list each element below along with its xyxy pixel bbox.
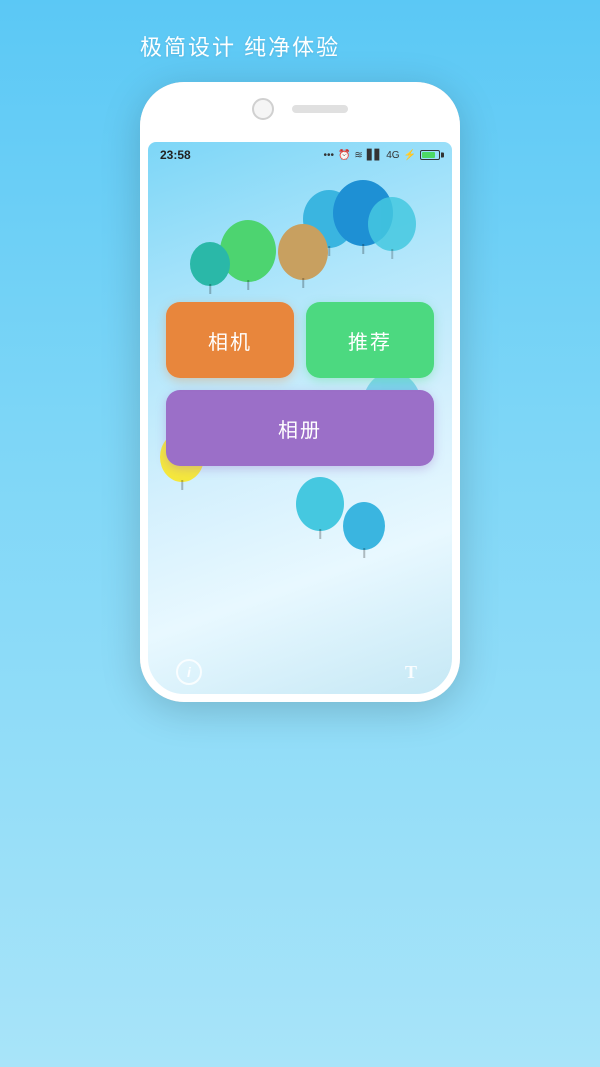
balloon-brown <box>278 224 328 280</box>
battery-icon <box>420 150 440 160</box>
speaker-icon <box>292 105 348 113</box>
phone-frame: 23:58 ••• ⏰ ≋ ▋▋ 4G ⚡ <box>140 82 460 702</box>
front-camera-icon <box>252 98 274 120</box>
data-icon: 4G <box>386 150 399 161</box>
signal-bars-icon: ▋▋ <box>367 150 382 161</box>
album-button[interactable]: 相册 <box>166 390 434 466</box>
status-time: 23:58 <box>160 148 191 162</box>
phone-top-bar <box>252 98 348 120</box>
info-button[interactable]: i <box>176 659 202 685</box>
phone-screen: 23:58 ••• ⏰ ≋ ▋▋ 4G ⚡ <box>148 142 452 694</box>
phone-mockup: 23:58 ••• ⏰ ≋ ▋▋ 4G ⚡ <box>140 82 460 702</box>
camera-button[interactable]: 相机 <box>166 302 294 378</box>
balloon-cyan-bottom <box>296 477 344 531</box>
recommend-button[interactable]: 推荐 <box>306 302 434 378</box>
balloon-cyan <box>368 197 416 251</box>
wifi-icon: ≋ <box>354 150 362 161</box>
lightning-icon: ⚡ <box>404 150 416 161</box>
status-bar: 23:58 ••• ⏰ ≋ ▋▋ 4G ⚡ <box>148 142 452 166</box>
balloon-teal <box>190 242 230 286</box>
main-buttons-area: 相机 推荐 相册 <box>166 302 434 466</box>
status-icons: ••• ⏰ ≋ ▋▋ 4G ⚡ <box>323 150 440 161</box>
page-background: 极简设计 纯净体验 23:58 ••• ⏰ ≋ ▋▋ <box>140 0 460 702</box>
balloon-blue-bottom-right <box>343 502 385 550</box>
top-buttons-row: 相机 推荐 <box>166 302 434 378</box>
battery-fill <box>422 152 435 158</box>
bottom-bar: i T <box>148 650 452 694</box>
signal-dots: ••• <box>323 150 334 161</box>
alarm-icon: ⏰ <box>338 150 350 161</box>
t-button[interactable]: T <box>398 659 424 685</box>
balloon-green <box>220 220 276 282</box>
tagline: 极简设计 纯净体验 <box>140 30 460 62</box>
